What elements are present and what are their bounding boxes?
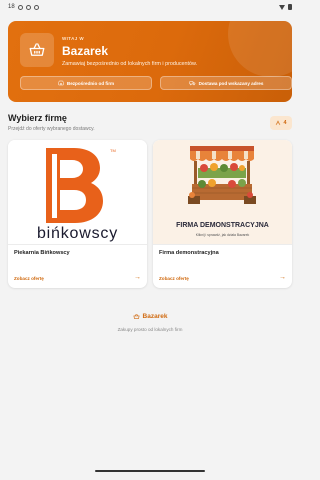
feature-pill-direct: Bezpośrednio od firm [20, 76, 152, 90]
wifi-icon [279, 4, 285, 10]
footer-brand: Bazarek [0, 313, 300, 320]
arrow-right-icon[interactable]: → [134, 274, 141, 281]
company-name: Piekarnia Bińkowscy [14, 250, 70, 256]
gesture-nav-handle[interactable] [95, 470, 205, 472]
decorative-circle [228, 21, 292, 77]
card-divider [8, 244, 147, 245]
company-name: Firma demonstracyjna [159, 250, 219, 256]
feature-pill-direct-label: Bezpośrednio od firm [66, 80, 115, 86]
app-title: Bazarek [62, 44, 109, 58]
welcome-banner: WITAJ W Bazarek Zamawiaj bezpośrednio od… [8, 21, 292, 102]
battery-icon [288, 4, 292, 10]
company-count: 4 [283, 120, 287, 126]
status-time: 18 [8, 4, 15, 10]
status-bar: 18 [0, 0, 300, 14]
card-divider [153, 244, 292, 245]
section-title: Wybierz firmę [8, 113, 67, 123]
welcome-label: WITAJ W [62, 36, 84, 41]
feature-pill-delivery: Dostawa pod wskazany adres [160, 76, 292, 90]
view-offer-link[interactable]: Zobacz ofertę [14, 276, 44, 281]
arrow-right-icon[interactable]: → [279, 274, 286, 281]
footer-brand-name: Bazarek [142, 313, 168, 320]
binkowscy-logo-image: TM bińkowscy [8, 140, 147, 244]
view-offer-link[interactable]: Zobacz ofertę [159, 276, 189, 281]
company-card-binkowscy[interactable]: TM bińkowscy Piekarnia Bińkowscy Zobacz … [8, 140, 147, 288]
basket-icon [133, 314, 140, 319]
stack-icon [276, 120, 281, 126]
demo-banner-subtitle: Kliknij i sprawdź, jak działa Bazarek [196, 233, 250, 237]
store-icon [58, 80, 64, 86]
demo-market-stall-image: FIRMA DEMONSTRACYJNA Kliknij i sprawdź, … [153, 140, 292, 244]
section-subtitle: Przejdź do oferty wybranego dostawcy. [8, 126, 95, 132]
basket-icon [20, 33, 54, 67]
company-count-badge: 4 [270, 116, 292, 130]
settings-icon [33, 4, 39, 10]
binkowscy-wordmark: bińkowscy [37, 225, 118, 242]
sync-icon [25, 4, 31, 10]
demo-banner-title: FIRMA DEMONSTRACYJNA [176, 222, 269, 229]
app-subtitle: Zamawiaj bezpośrednio od lokalnych firm … [62, 61, 198, 67]
truck-icon [189, 81, 195, 86]
trademark-mark: TM [110, 148, 116, 153]
company-card-demo[interactable]: FIRMA DEMONSTRACYJNA Kliknij i sprawdź, … [153, 140, 292, 288]
feature-pill-delivery-label: Dostawa pod wskazany adres [198, 80, 264, 86]
notification-icon [17, 4, 23, 10]
footer-tagline: Zakupy prosto od lokalnych firm [117, 327, 183, 332]
